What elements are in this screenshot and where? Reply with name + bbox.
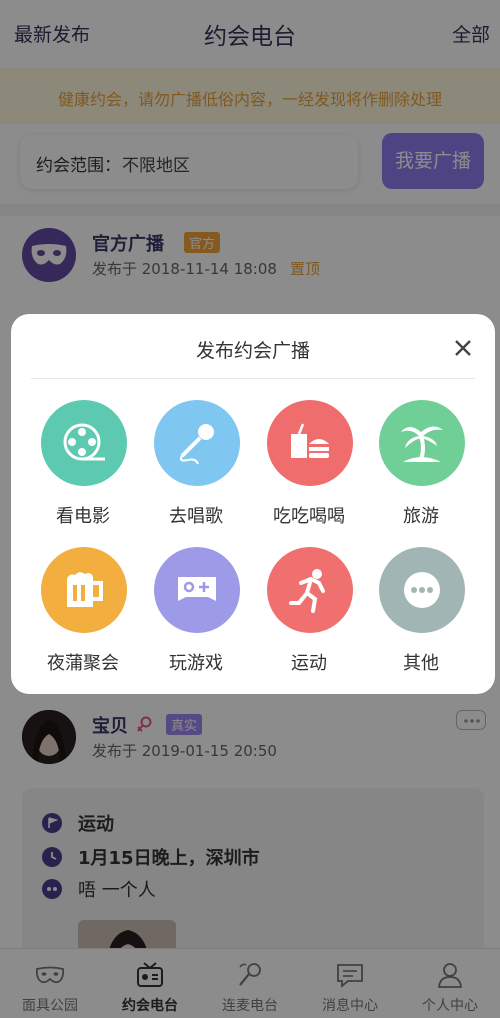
option-label: 运动 (291, 653, 327, 674)
option-other[interactable]: 其他 (371, 547, 471, 677)
food-drink-icon (291, 423, 329, 458)
sports-circle (267, 547, 353, 633)
option-sports[interactable]: 运动 (259, 547, 359, 677)
beer-mug-icon (67, 572, 103, 607)
travel-circle (379, 400, 465, 486)
option-label: 玩游戏 (169, 653, 223, 674)
more-dots-icon (404, 572, 440, 608)
sing-circle (154, 400, 240, 486)
night-party-circle (41, 547, 127, 633)
option-night-party[interactable]: 夜蒲聚会 (33, 547, 133, 677)
other-circle (379, 547, 465, 633)
eat-drink-circle (267, 400, 353, 486)
option-label: 旅游 (403, 506, 439, 527)
games-circle (154, 547, 240, 633)
film-reel-icon (63, 423, 105, 461)
dialog-title: 发布约会广播 (195, 340, 310, 362)
close-icon[interactable] (449, 334, 477, 362)
gamepad-icon (178, 577, 216, 601)
option-label: 去唱歌 (169, 506, 223, 527)
microphone-icon (179, 424, 214, 465)
option-movie[interactable]: 看电影 (33, 400, 133, 530)
option-eat-drink[interactable]: 吃吃喝喝 (259, 400, 359, 530)
running-man-icon (289, 569, 325, 613)
movie-circle (41, 400, 127, 486)
option-label: 夜蒲聚会 (47, 653, 119, 674)
option-label: 看电影 (56, 506, 110, 527)
option-games[interactable]: 玩游戏 (146, 547, 246, 677)
option-travel[interactable]: 旅游 (371, 400, 471, 530)
publish-broadcast-dialog: 发布约会广播 看电影 去唱歌 吃吃喝喝 旅游 夜蒲聚会 玩游戏 运动 其他 (11, 314, 495, 694)
option-label: 其他 (403, 653, 439, 674)
option-sing[interactable]: 去唱歌 (146, 400, 246, 530)
dialog-divider (31, 378, 475, 379)
palm-tree-icon (401, 426, 443, 462)
option-label: 吃吃喝喝 (273, 506, 345, 527)
